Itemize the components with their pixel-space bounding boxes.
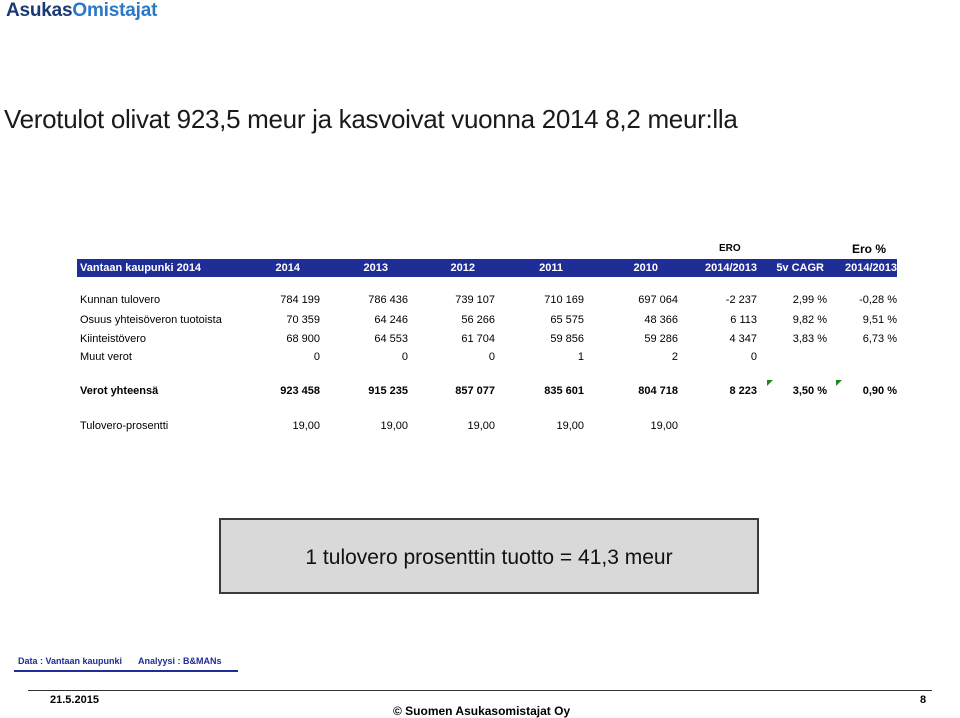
table-row-1-cell-2: 786 436 [368,294,408,306]
table-row-2-cell-3: 56 266 [461,314,495,326]
table-row-3-cell-1: 68 900 [286,333,320,345]
footer-divider [28,690,932,691]
table-row-1-cell-4: 710 169 [544,294,584,306]
table-row-3-cell-7: 3,83 % [792,333,827,345]
header-2013: 2013 [363,262,388,274]
table-row-total-label: Verot yhteensä [80,385,159,397]
table-row-3-cell-8: 6,73 % [862,333,897,345]
table-row-rate-label: Tulovero-prosentti [80,420,169,432]
table-row-total-cell-4: 835 601 [544,385,584,397]
table-row-2-cell-6: 6 113 [730,314,757,326]
company-logo: AsukasOmistajat [6,0,158,21]
header-ero-period: 2014/2013 [705,262,757,274]
source-data: Data : Vantaan kaupunki [18,656,123,666]
header-cagr: 5v CAGR [776,262,824,274]
table-row-4-cell-6: 0 [750,351,757,363]
table-row-total-cell-7: 3,50 % [792,385,827,397]
table-row-1-cell-1: 784 199 [280,294,320,306]
header-entity: Vantaan kaupunki 2014 [80,262,202,274]
table-row-1-cell-3: 739 107 [455,294,495,306]
callout-box: 1 tulovero prosenttin tuotto = 41,3 meur [219,518,759,594]
header-2011: 2011 [539,262,563,274]
table-row-1-cell-5: 697 064 [638,294,678,306]
table-row-2-cell-5: 48 366 [644,314,678,326]
table-row-total-cell-6: 8 223 [729,385,757,397]
table-row-2-label: Osuus yhteisöveron tuotoista [80,314,222,326]
comment-marker-icon [767,380,773,386]
table-row-total-cell-3: 857 077 [455,385,495,397]
callout-text: 1 tulovero prosenttin tuotto = 41,3 meur [305,546,673,569]
comment-marker-icon [836,380,842,386]
source-analysis: Analyysi : B&MANs [138,656,222,666]
table-row-4-cell-4: 1 [577,351,584,363]
page-title: Verotulot olivat 923,5 meur ja kasvoivat… [4,104,738,134]
footer-copyright: © Suomen Asukasomistajat Oy [393,704,571,718]
table-row-total-cell-2: 915 235 [368,385,408,397]
table-row-1-cell-6: -2 237 [725,294,757,306]
table-row-3-cell-3: 61 704 [461,333,495,345]
table-row-total-cell-1: 923 458 [280,385,320,397]
table-row-2-cell-1: 70 359 [286,314,320,326]
over-header-ero: ERO [719,243,741,254]
table-row-4-label: Muut verot [80,351,132,363]
table-row-3-cell-6: 4 347 [729,333,757,345]
header-2014: 2014 [275,262,300,274]
table-row-3-label: Kiinteistövero [80,333,147,345]
table-row-3-cell-2: 64 553 [374,333,408,345]
over-header-ero-pct: Ero % [852,242,887,256]
table-row-2-cell-2: 64 246 [374,314,408,326]
table-row-total-cell-5: 804 718 [638,385,678,397]
table-row-rate-cell-3: 19,00 [467,420,495,432]
table-row-rate-cell-1: 19,00 [292,420,320,432]
table-row-total-cell-8: 0,90 % [862,385,897,397]
header-ero-pct-period: 2014/2013 [845,262,897,274]
table-row-3-cell-5: 59 286 [644,333,678,345]
table-row-1-cell-7: 2,99 % [792,294,827,306]
table-row-3-cell-4: 59 856 [550,333,584,345]
table-row-2-cell-8: 9,51 % [862,314,897,326]
header-2012: 2012 [450,262,475,274]
table-row-4-cell-1: 0 [313,351,320,363]
table-row-rate-cell-2: 19,00 [380,420,408,432]
footer-page-number: 8 [920,694,927,706]
table-row-4-cell-5: 2 [671,351,678,363]
table-row-rate-cell-4: 19,00 [556,420,584,432]
footer-date: 21.5.2015 [50,694,99,706]
table-row-4-cell-3: 0 [488,351,495,363]
table-row-rate-cell-5: 19,00 [650,420,678,432]
table-row-4-cell-2: 0 [401,351,408,363]
table-row-2-cell-7: 9,82 % [792,314,827,326]
header-2010: 2010 [633,262,658,274]
table-row-1-label: Kunnan tulovero [80,294,161,306]
source-underline [14,670,238,672]
table-row-2-cell-4: 65 575 [550,314,584,326]
table-row-1-cell-8: -0,28 % [859,294,897,306]
